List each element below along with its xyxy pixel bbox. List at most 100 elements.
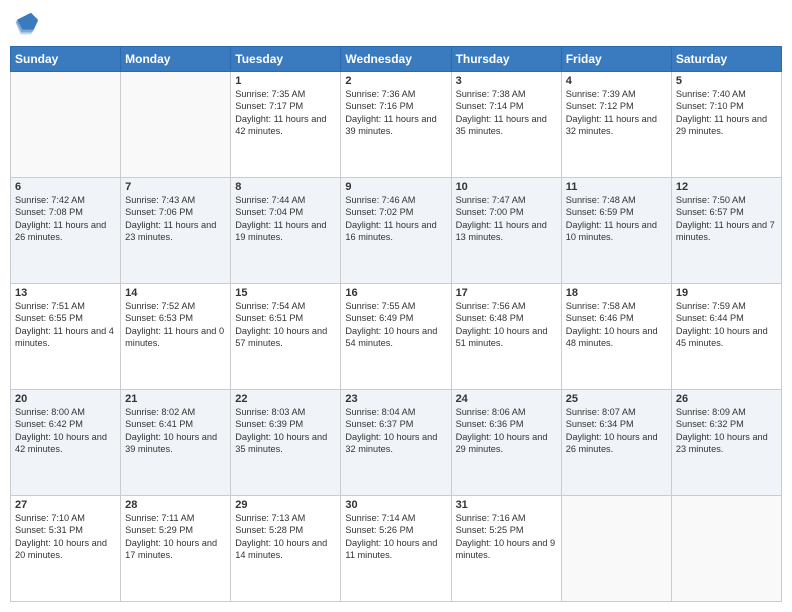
- day-number: 27: [15, 499, 116, 511]
- day-info: Sunrise: 8:00 AM Sunset: 6:42 PM Dayligh…: [15, 406, 116, 456]
- day-header-monday: Monday: [121, 47, 231, 72]
- day-info: Sunrise: 7:52 AM Sunset: 6:53 PM Dayligh…: [125, 300, 226, 350]
- calendar-cell: 8Sunrise: 7:44 AM Sunset: 7:04 PM Daylig…: [231, 178, 341, 284]
- day-number: 23: [345, 393, 446, 405]
- day-header-tuesday: Tuesday: [231, 47, 341, 72]
- day-info: Sunrise: 7:58 AM Sunset: 6:46 PM Dayligh…: [566, 300, 667, 350]
- day-number: 15: [235, 287, 336, 299]
- day-info: Sunrise: 7:54 AM Sunset: 6:51 PM Dayligh…: [235, 300, 336, 350]
- calendar-cell: 24Sunrise: 8:06 AM Sunset: 6:36 PM Dayli…: [451, 390, 561, 496]
- calendar-cell: 25Sunrise: 8:07 AM Sunset: 6:34 PM Dayli…: [561, 390, 671, 496]
- day-number: 25: [566, 393, 667, 405]
- calendar-cell: 2Sunrise: 7:36 AM Sunset: 7:16 PM Daylig…: [341, 72, 451, 178]
- calendar-cell: 23Sunrise: 8:04 AM Sunset: 6:37 PM Dayli…: [341, 390, 451, 496]
- day-info: Sunrise: 7:44 AM Sunset: 7:04 PM Dayligh…: [235, 194, 336, 244]
- calendar-cell: 31Sunrise: 7:16 AM Sunset: 5:25 PM Dayli…: [451, 496, 561, 602]
- day-number: 12: [676, 181, 777, 193]
- day-number: 13: [15, 287, 116, 299]
- day-number: 8: [235, 181, 336, 193]
- day-number: 18: [566, 287, 667, 299]
- calendar-cell: 16Sunrise: 7:55 AM Sunset: 6:49 PM Dayli…: [341, 284, 451, 390]
- day-number: 14: [125, 287, 226, 299]
- day-number: 29: [235, 499, 336, 511]
- calendar-header-row: SundayMondayTuesdayWednesdayThursdayFrid…: [11, 47, 782, 72]
- day-number: 3: [456, 75, 557, 87]
- calendar-cell: 20Sunrise: 8:00 AM Sunset: 6:42 PM Dayli…: [11, 390, 121, 496]
- day-info: Sunrise: 7:39 AM Sunset: 7:12 PM Dayligh…: [566, 88, 667, 138]
- day-number: 26: [676, 393, 777, 405]
- day-header-sunday: Sunday: [11, 47, 121, 72]
- calendar-week-row: 13Sunrise: 7:51 AM Sunset: 6:55 PM Dayli…: [11, 284, 782, 390]
- page: SundayMondayTuesdayWednesdayThursdayFrid…: [0, 0, 792, 612]
- day-info: Sunrise: 7:55 AM Sunset: 6:49 PM Dayligh…: [345, 300, 446, 350]
- calendar-cell: [121, 72, 231, 178]
- day-info: Sunrise: 7:11 AM Sunset: 5:29 PM Dayligh…: [125, 512, 226, 562]
- day-info: Sunrise: 7:13 AM Sunset: 5:28 PM Dayligh…: [235, 512, 336, 562]
- day-info: Sunrise: 7:43 AM Sunset: 7:06 PM Dayligh…: [125, 194, 226, 244]
- day-info: Sunrise: 8:06 AM Sunset: 6:36 PM Dayligh…: [456, 406, 557, 456]
- calendar-table: SundayMondayTuesdayWednesdayThursdayFrid…: [10, 46, 782, 602]
- day-info: Sunrise: 7:42 AM Sunset: 7:08 PM Dayligh…: [15, 194, 116, 244]
- calendar-cell: 9Sunrise: 7:46 AM Sunset: 7:02 PM Daylig…: [341, 178, 451, 284]
- calendar-cell: 18Sunrise: 7:58 AM Sunset: 6:46 PM Dayli…: [561, 284, 671, 390]
- calendar-cell: [671, 496, 781, 602]
- day-number: 22: [235, 393, 336, 405]
- day-header-saturday: Saturday: [671, 47, 781, 72]
- day-number: 20: [15, 393, 116, 405]
- calendar-cell: 29Sunrise: 7:13 AM Sunset: 5:28 PM Dayli…: [231, 496, 341, 602]
- calendar-cell: 27Sunrise: 7:10 AM Sunset: 5:31 PM Dayli…: [11, 496, 121, 602]
- calendar-cell: 6Sunrise: 7:42 AM Sunset: 7:08 PM Daylig…: [11, 178, 121, 284]
- day-info: Sunrise: 7:14 AM Sunset: 5:26 PM Dayligh…: [345, 512, 446, 562]
- calendar-cell: 15Sunrise: 7:54 AM Sunset: 6:51 PM Dayli…: [231, 284, 341, 390]
- calendar-cell: 11Sunrise: 7:48 AM Sunset: 6:59 PM Dayli…: [561, 178, 671, 284]
- day-number: 11: [566, 181, 667, 193]
- day-number: 31: [456, 499, 557, 511]
- day-info: Sunrise: 7:51 AM Sunset: 6:55 PM Dayligh…: [15, 300, 116, 350]
- calendar-cell: 10Sunrise: 7:47 AM Sunset: 7:00 PM Dayli…: [451, 178, 561, 284]
- calendar-cell: 22Sunrise: 8:03 AM Sunset: 6:39 PM Dayli…: [231, 390, 341, 496]
- calendar-week-row: 1Sunrise: 7:35 AM Sunset: 7:17 PM Daylig…: [11, 72, 782, 178]
- day-info: Sunrise: 7:35 AM Sunset: 7:17 PM Dayligh…: [235, 88, 336, 138]
- calendar-cell: 17Sunrise: 7:56 AM Sunset: 6:48 PM Dayli…: [451, 284, 561, 390]
- day-info: Sunrise: 7:50 AM Sunset: 6:57 PM Dayligh…: [676, 194, 777, 244]
- day-number: 21: [125, 393, 226, 405]
- day-number: 4: [566, 75, 667, 87]
- day-info: Sunrise: 7:40 AM Sunset: 7:10 PM Dayligh…: [676, 88, 777, 138]
- calendar-cell: 12Sunrise: 7:50 AM Sunset: 6:57 PM Dayli…: [671, 178, 781, 284]
- day-info: Sunrise: 8:04 AM Sunset: 6:37 PM Dayligh…: [345, 406, 446, 456]
- day-number: 17: [456, 287, 557, 299]
- calendar-cell: [11, 72, 121, 178]
- day-header-friday: Friday: [561, 47, 671, 72]
- day-info: Sunrise: 7:59 AM Sunset: 6:44 PM Dayligh…: [676, 300, 777, 350]
- logo-icon: [10, 10, 38, 38]
- day-info: Sunrise: 7:47 AM Sunset: 7:00 PM Dayligh…: [456, 194, 557, 244]
- calendar-cell: 13Sunrise: 7:51 AM Sunset: 6:55 PM Dayli…: [11, 284, 121, 390]
- calendar-cell: 28Sunrise: 7:11 AM Sunset: 5:29 PM Dayli…: [121, 496, 231, 602]
- day-number: 6: [15, 181, 116, 193]
- day-info: Sunrise: 8:09 AM Sunset: 6:32 PM Dayligh…: [676, 406, 777, 456]
- day-number: 28: [125, 499, 226, 511]
- calendar-cell: 4Sunrise: 7:39 AM Sunset: 7:12 PM Daylig…: [561, 72, 671, 178]
- day-info: Sunrise: 7:38 AM Sunset: 7:14 PM Dayligh…: [456, 88, 557, 138]
- calendar-cell: 14Sunrise: 7:52 AM Sunset: 6:53 PM Dayli…: [121, 284, 231, 390]
- day-header-wednesday: Wednesday: [341, 47, 451, 72]
- day-info: Sunrise: 8:03 AM Sunset: 6:39 PM Dayligh…: [235, 406, 336, 456]
- day-info: Sunrise: 7:36 AM Sunset: 7:16 PM Dayligh…: [345, 88, 446, 138]
- day-info: Sunrise: 8:02 AM Sunset: 6:41 PM Dayligh…: [125, 406, 226, 456]
- calendar-cell: 21Sunrise: 8:02 AM Sunset: 6:41 PM Dayli…: [121, 390, 231, 496]
- day-info: Sunrise: 8:07 AM Sunset: 6:34 PM Dayligh…: [566, 406, 667, 456]
- header: [10, 10, 782, 38]
- day-number: 10: [456, 181, 557, 193]
- day-info: Sunrise: 7:16 AM Sunset: 5:25 PM Dayligh…: [456, 512, 557, 562]
- calendar-cell: [561, 496, 671, 602]
- calendar-week-row: 27Sunrise: 7:10 AM Sunset: 5:31 PM Dayli…: [11, 496, 782, 602]
- day-info: Sunrise: 7:46 AM Sunset: 7:02 PM Dayligh…: [345, 194, 446, 244]
- day-info: Sunrise: 7:56 AM Sunset: 6:48 PM Dayligh…: [456, 300, 557, 350]
- calendar-week-row: 6Sunrise: 7:42 AM Sunset: 7:08 PM Daylig…: [11, 178, 782, 284]
- day-number: 19: [676, 287, 777, 299]
- calendar-cell: 19Sunrise: 7:59 AM Sunset: 6:44 PM Dayli…: [671, 284, 781, 390]
- calendar-cell: 1Sunrise: 7:35 AM Sunset: 7:17 PM Daylig…: [231, 72, 341, 178]
- day-info: Sunrise: 7:10 AM Sunset: 5:31 PM Dayligh…: [15, 512, 116, 562]
- day-number: 1: [235, 75, 336, 87]
- day-number: 16: [345, 287, 446, 299]
